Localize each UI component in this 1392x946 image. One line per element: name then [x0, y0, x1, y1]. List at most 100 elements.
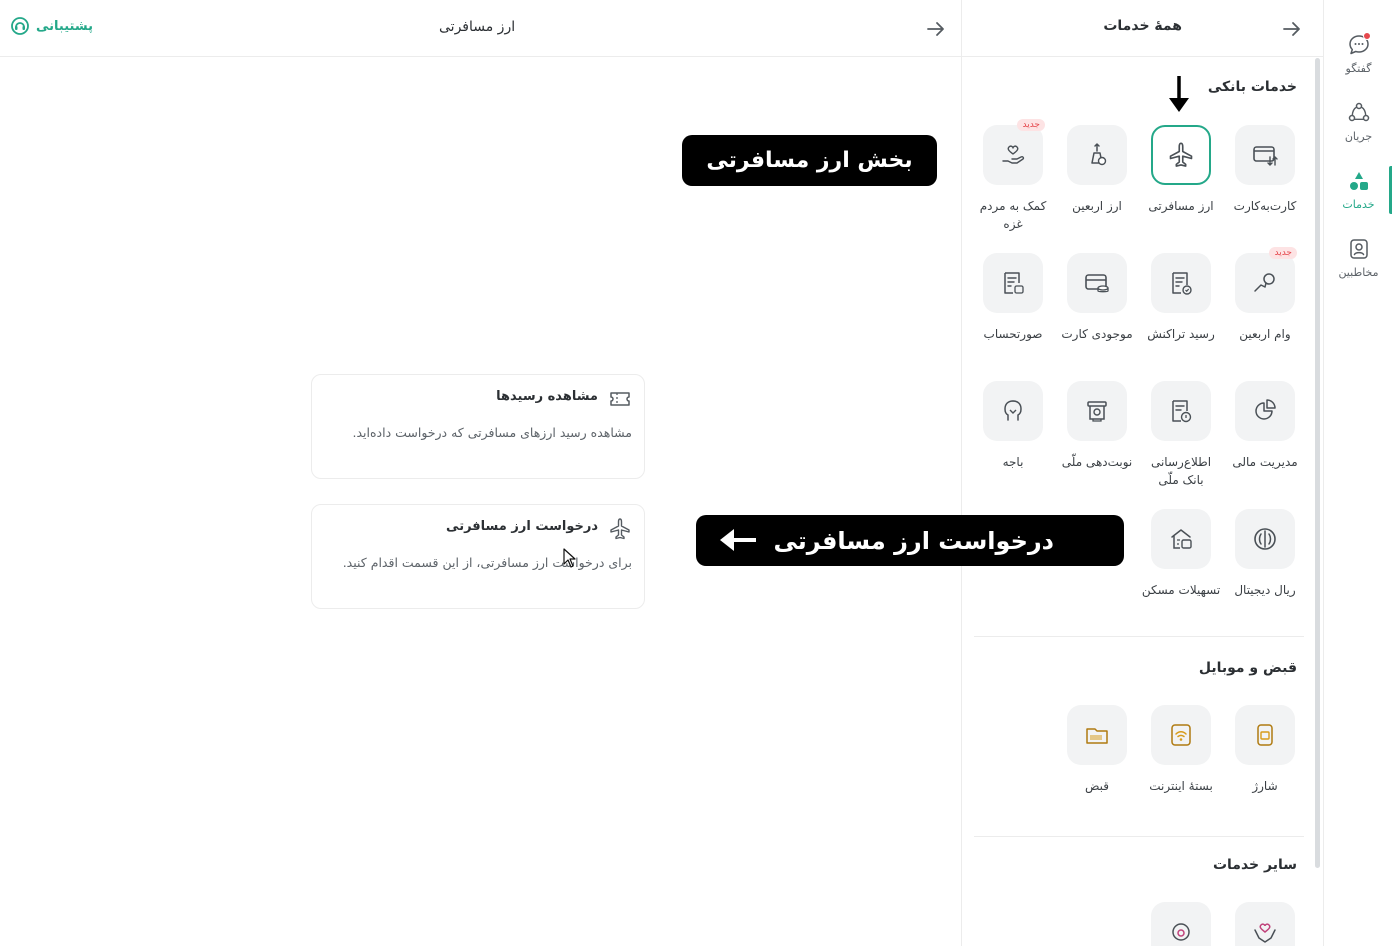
- tile-label: اطلاع‌رسانی بانک ملّی: [1150, 455, 1212, 487]
- sim-card-icon: [1257, 724, 1273, 746]
- support-button[interactable]: پشتیبانی: [10, 16, 93, 36]
- appointment-icon: [1087, 401, 1107, 422]
- service-tile-financial-management[interactable]: مدیریت مالی: [1225, 381, 1305, 471]
- nav-label: مخاطبین: [1338, 266, 1379, 279]
- kiosk-icon: [1004, 400, 1022, 421]
- tile-icon-box: [1067, 381, 1127, 441]
- annotation-callout-section: بخش ارز مسافرتی: [682, 135, 937, 186]
- callout-text: درخواست ارز مسافرتی: [773, 526, 1054, 555]
- digital-rial-icon: [1254, 528, 1276, 550]
- service-tile-transaction-receipt[interactable]: رسید تراکنش: [1141, 253, 1221, 343]
- bill-icon: [1086, 728, 1108, 744]
- support-headset-icon: [11, 17, 29, 35]
- tile-label: نوبت‌دهی ملّی: [1061, 455, 1133, 469]
- statement-icon: [1004, 272, 1024, 294]
- tile-icon-box: [1151, 125, 1211, 185]
- tile-icon-box: [1235, 509, 1295, 569]
- card-title: درخواست ارز مسافرتی: [446, 519, 598, 534]
- tile-icon-box: [1151, 253, 1211, 313]
- donation-hand-icon: [1002, 145, 1025, 164]
- tile-label: ارز مسافرتی: [1148, 199, 1214, 213]
- support-label: پشتیبانی: [36, 18, 93, 34]
- service-tile-charge[interactable]: شارژ: [1225, 705, 1305, 795]
- nav-item-flow[interactable]: جریان: [1324, 100, 1392, 160]
- section-title-other-services: سایر خدمات: [1212, 857, 1297, 873]
- annotation-callout-request: درخواست ارز مسافرتی: [696, 515, 1124, 566]
- tile-label: وام اربعین: [1239, 327, 1291, 341]
- tile-label: قبض: [1084, 779, 1110, 793]
- annotation-arrow-down-icon: [1169, 76, 1189, 112]
- nav-item-contacts[interactable]: مخاطبین: [1324, 236, 1392, 296]
- wifi-icon: [1171, 724, 1191, 746]
- nav-item-chat[interactable]: گفتگو: [1324, 32, 1392, 92]
- service-tile-kiosk[interactable]: باجه: [973, 381, 1053, 471]
- service-tile-housing-loan[interactable]: تسهیلات مسکن: [1141, 509, 1221, 599]
- page-title: ارز مسافرتی: [439, 19, 516, 35]
- service-tile-support-call[interactable]: [1141, 902, 1221, 946]
- tile-icon-box: [1151, 381, 1211, 441]
- new-badge: جدید: [1269, 247, 1297, 259]
- service-tile-statement[interactable]: صورتحساب: [973, 253, 1053, 343]
- tile-label: بستهٔ اینترنت: [1149, 779, 1213, 793]
- nav-label: خدمات: [1342, 198, 1375, 211]
- side-navigation: گفتگو جریان خدمات مخاطبین: [1323, 0, 1392, 946]
- view-receipts-card[interactable]: مشاهده رسیدها مشاهده رسید ارزهای مسافرتی…: [311, 374, 645, 479]
- tile-icon-box: [1235, 902, 1295, 946]
- services-panel: همهٔ خدمات خدمات بانکی کارت‌به‌کارت ارز …: [961, 0, 1324, 946]
- loan-icon: [1254, 273, 1275, 292]
- card-transfer-icon: [1253, 146, 1278, 166]
- services-title: همهٔ خدمات: [1103, 18, 1182, 34]
- service-tile-charity[interactable]: [1225, 902, 1305, 946]
- charity-heart-icon: [1254, 923, 1276, 943]
- callout-text: بخش ارز مسافرتی: [706, 148, 913, 173]
- arrow-right-icon[interactable]: [1280, 17, 1304, 41]
- section-divider: [974, 636, 1304, 637]
- card-description: مشاهده رسید ارزهای مسافرتی که درخواست دا…: [352, 425, 633, 440]
- scrollbar[interactable]: [1315, 58, 1320, 868]
- tile-label: تسهیلات مسکن: [1141, 583, 1221, 597]
- tile-icon-box: [1235, 381, 1295, 441]
- tile-icon-box: [1151, 509, 1211, 569]
- service-tile-internet-package[interactable]: بستهٔ اینترنت: [1141, 705, 1221, 795]
- airplane-icon: [610, 518, 630, 540]
- service-tile-bill[interactable]: قبض: [1057, 705, 1137, 795]
- unread-dot: [1362, 32, 1371, 40]
- card-description: برای درخواست ارز مسافرتی، از این قسمت اق…: [342, 555, 632, 570]
- new-badge: جدید: [1017, 119, 1045, 131]
- tile-icon-box: [1235, 125, 1295, 185]
- tile-icon-box: [1067, 253, 1127, 313]
- service-tile-card-transfer[interactable]: کارت‌به‌کارت: [1225, 125, 1305, 215]
- request-travel-currency-card[interactable]: درخواست ارز مسافرتی برای درخواست ارز مسا…: [311, 504, 645, 609]
- support-call-icon: [1172, 923, 1190, 941]
- service-tile-card-balance[interactable]: موجودی کارت: [1057, 253, 1137, 343]
- tile-label: ریال دیجیتال: [1234, 583, 1296, 597]
- service-tile-digital-rial[interactable]: ریال دیجیتال: [1225, 509, 1305, 599]
- receipt-icon: [1172, 272, 1192, 295]
- tile-icon-box: [1235, 705, 1295, 765]
- tile-label: کارت‌به‌کارت: [1233, 199, 1297, 213]
- tile-label: ارز اربعین: [1072, 199, 1122, 213]
- service-tile-appointment[interactable]: نوبت‌دهی ملّی: [1057, 381, 1137, 471]
- tile-icon-box: [1067, 705, 1127, 765]
- service-tile-arbaeen-currency[interactable]: ارز اربعین: [1057, 125, 1137, 215]
- pie-chart-icon: [1255, 399, 1276, 420]
- arbaeen-icon: [1091, 142, 1107, 166]
- tile-label: موجودی کارت: [1061, 327, 1133, 341]
- services-header: همهٔ خدمات: [962, 0, 1324, 57]
- mouse-cursor-icon: [563, 548, 576, 568]
- tile-icon-box: [1151, 902, 1211, 946]
- nav-item-services[interactable]: خدمات: [1324, 168, 1392, 228]
- section-title-bill-mobile: قبض و موبایل: [1198, 660, 1297, 676]
- service-tile-gaza-donation[interactable]: جدید کمک به مردم غزه: [973, 119, 1053, 233]
- arrow-right-icon[interactable]: [924, 17, 948, 41]
- service-tile-travel-currency[interactable]: ارز مسافرتی: [1141, 125, 1221, 215]
- services-icon: [1349, 172, 1368, 190]
- airplane-icon: [1169, 142, 1193, 167]
- flow-icon: [1348, 102, 1369, 122]
- service-tile-arbaeen-loan[interactable]: جدید وام اربعین: [1225, 247, 1305, 343]
- tile-label: صورتحساب: [983, 327, 1043, 341]
- service-tile-bank-notices[interactable]: اطلاع‌رسانی بانک ملّی: [1141, 381, 1221, 489]
- section-title-banking: خدمات بانکی: [1207, 79, 1297, 95]
- nav-label: گفتگو: [1345, 62, 1372, 75]
- section-divider: [974, 836, 1304, 837]
